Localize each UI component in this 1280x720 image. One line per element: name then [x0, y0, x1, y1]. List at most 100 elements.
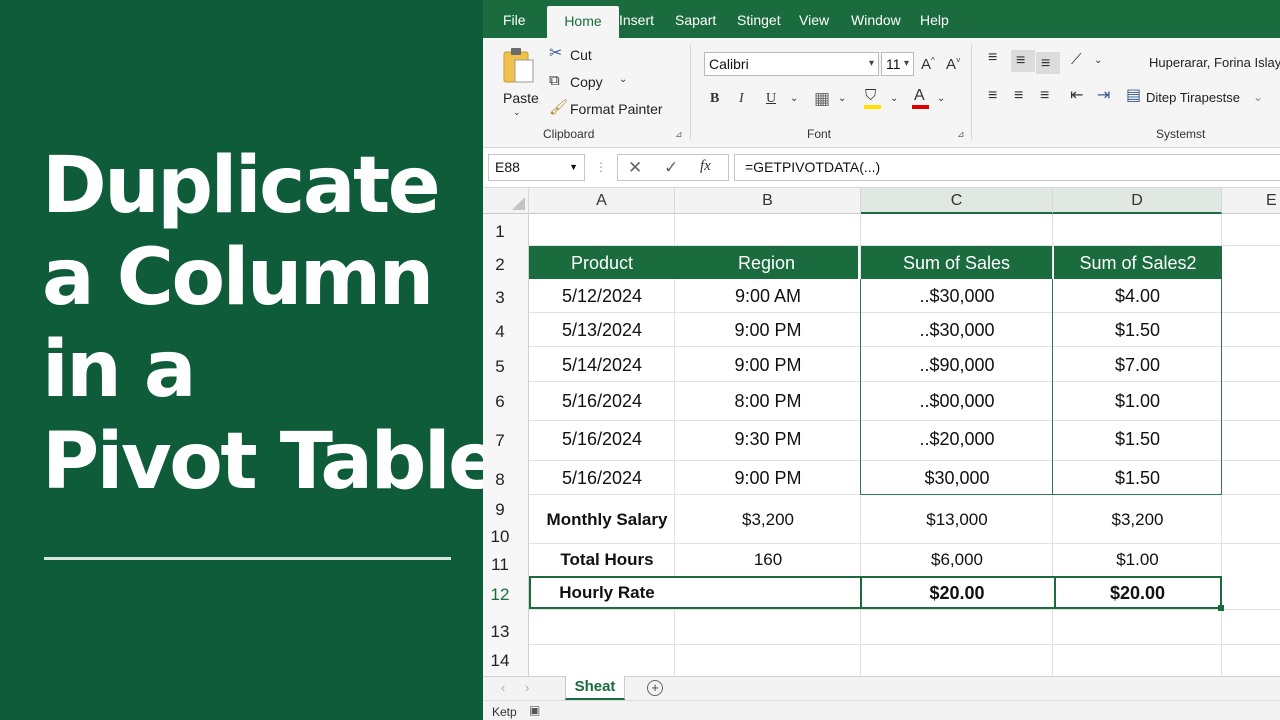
- bold-button[interactable]: B: [710, 92, 719, 106]
- chevron-down-icon[interactable]: ⌄: [790, 94, 798, 104]
- cell-time[interactable]: 8:00 PM: [675, 391, 861, 412]
- cell-hourly-rate[interactable]: $20.00: [861, 583, 1053, 604]
- tab-help[interactable]: Help: [920, 0, 949, 38]
- pivot-header-sum-of-sales[interactable]: Sum of Sales: [861, 246, 1052, 279]
- cell-time[interactable]: 9:00 PM: [675, 320, 861, 341]
- row-header[interactable]: 3: [483, 288, 517, 308]
- merge-center-button[interactable]: Ditep Tirapestse: [1146, 90, 1240, 105]
- row-header-selected[interactable]: 12: [483, 585, 517, 605]
- row-header[interactable]: 8: [483, 470, 517, 490]
- cell-date[interactable]: 5/16/2024: [529, 429, 675, 450]
- row-header[interactable]: 7: [483, 431, 517, 451]
- font-size-select[interactable]: 11 ▾: [881, 52, 914, 76]
- chevron-down-icon[interactable]: ⌄: [937, 94, 945, 104]
- chevron-down-icon[interactable]: ⌄: [1094, 56, 1102, 66]
- pivot-header-product[interactable]: Product: [529, 246, 675, 279]
- format-painter-button[interactable]: 🖌 Format Painter: [549, 100, 663, 120]
- increase-indent-icon[interactable]: ⇥: [1097, 88, 1110, 104]
- cell-hourly-rate[interactable]: $20.00: [1053, 583, 1222, 604]
- align-top-icon[interactable]: ≡: [988, 50, 997, 66]
- wrap-text-button[interactable]: Huperarar, Forina Islay: [1149, 55, 1280, 70]
- row-header[interactable]: 9: [483, 500, 517, 520]
- cell-sales[interactable]: ..$30,000: [861, 320, 1053, 341]
- grow-font-button[interactable]: A^: [921, 57, 935, 73]
- tab-stinget[interactable]: Stinget: [737, 0, 781, 38]
- formula-input[interactable]: =GETPIVOTDATA(...): [734, 154, 1280, 181]
- chevron-down-icon[interactable]: ⌄: [1253, 91, 1263, 103]
- launcher-icon[interactable]: ⊿: [957, 129, 965, 140]
- cell-sales[interactable]: $30,000: [861, 468, 1053, 489]
- row-header[interactable]: 6: [483, 392, 517, 412]
- pivot-header-sum-of-sales2[interactable]: Sum of Sales2: [1054, 246, 1222, 279]
- cell-hourly-rate-label[interactable]: Hourly Rate: [529, 583, 685, 603]
- shrink-font-button[interactable]: A˅: [946, 57, 961, 73]
- row-header[interactable]: 10: [483, 527, 517, 547]
- cell-total-hours[interactable]: $1.00: [1053, 550, 1222, 570]
- cell-sales2[interactable]: $1.50: [1053, 429, 1222, 450]
- insert-function-button[interactable]: fx: [700, 159, 711, 174]
- align-center-icon[interactable]: ≡: [1014, 88, 1023, 104]
- tab-view[interactable]: View: [799, 0, 829, 38]
- row-header[interactable]: 4: [483, 322, 517, 342]
- confirm-icon[interactable]: ✓: [664, 159, 678, 176]
- align-right-icon[interactable]: ≡: [1040, 88, 1049, 104]
- prev-sheet-button[interactable]: ‹: [501, 681, 505, 694]
- tab-insert[interactable]: Insert: [619, 0, 654, 38]
- chevron-down-icon[interactable]: ⌄: [838, 94, 846, 104]
- launcher-icon[interactable]: ⊿: [675, 129, 683, 140]
- cell-sales[interactable]: ..$90,000: [861, 355, 1053, 376]
- cell-date[interactable]: 5/13/2024: [529, 320, 675, 341]
- cancel-icon[interactable]: ✕: [628, 159, 642, 176]
- font-color-button[interactable]: A: [911, 88, 931, 110]
- column-header-b[interactable]: B: [675, 188, 861, 214]
- cell-sales[interactable]: ..$30,000: [861, 286, 1053, 307]
- add-sheet-button[interactable]: +: [647, 680, 663, 696]
- cell-date[interactable]: 5/16/2024: [529, 468, 675, 489]
- cell-sales2[interactable]: $1.50: [1053, 468, 1222, 489]
- cell-sales2[interactable]: $7.00: [1053, 355, 1222, 376]
- cell-sales[interactable]: ..$00,000: [861, 391, 1053, 412]
- borders-icon[interactable]: ▦: [814, 90, 830, 107]
- column-header-c[interactable]: C: [861, 188, 1053, 214]
- row-header[interactable]: 1: [483, 222, 517, 242]
- cell-time[interactable]: 9:00 PM: [675, 468, 861, 489]
- row-header[interactable]: 2: [483, 255, 517, 275]
- tab-home[interactable]: Home: [547, 6, 619, 38]
- row-header[interactable]: 5: [483, 357, 517, 377]
- align-left-icon[interactable]: ≡: [988, 88, 997, 104]
- align-bottom-button[interactable]: ≡: [1036, 52, 1060, 74]
- cell-total-hours[interactable]: 160: [675, 550, 861, 570]
- cell-monthly-salary[interactable]: $3,200: [1053, 510, 1222, 530]
- tab-file[interactable]: File: [503, 0, 526, 38]
- cell-date[interactable]: 5/16/2024: [529, 391, 675, 412]
- italic-button[interactable]: I: [739, 92, 744, 106]
- font-name-select[interactable]: Calibri ▾: [704, 52, 879, 76]
- cell-total-hours-label[interactable]: Total Hours: [529, 550, 685, 570]
- select-all-button[interactable]: [483, 188, 529, 214]
- copy-button[interactable]: ⧉ Copy ⌄: [549, 73, 639, 93]
- fill-handle[interactable]: [1218, 605, 1224, 611]
- cell-total-hours[interactable]: $6,000: [861, 550, 1053, 570]
- cell-date[interactable]: 5/14/2024: [529, 355, 675, 376]
- cell-sales2[interactable]: $1.50: [1053, 320, 1222, 341]
- column-header-d[interactable]: D: [1053, 188, 1222, 214]
- name-box[interactable]: E88 ▼: [488, 154, 585, 181]
- row-header[interactable]: 11: [483, 555, 517, 575]
- cell-sales2[interactable]: $1.00: [1053, 391, 1222, 412]
- cell-date[interactable]: 5/12/2024: [529, 286, 675, 307]
- cell-monthly-salary[interactable]: $13,000: [861, 510, 1053, 530]
- row-header[interactable]: 14: [483, 651, 517, 671]
- underline-button[interactable]: U: [766, 92, 776, 106]
- fill-color-button[interactable]: ⛉: [863, 88, 883, 110]
- cell-time[interactable]: 9:00 PM: [675, 355, 861, 376]
- cell-sales[interactable]: ..$20,000: [861, 429, 1053, 450]
- merge-icon[interactable]: ▤: [1126, 88, 1141, 104]
- align-middle-button[interactable]: ≡: [1011, 50, 1035, 72]
- cell-monthly-salary-label[interactable]: Monthly Salary: [529, 510, 685, 530]
- cell-time[interactable]: 9:00 AM: [675, 286, 861, 307]
- next-sheet-button[interactable]: ›: [525, 681, 529, 694]
- column-header-a[interactable]: A: [529, 188, 675, 214]
- row-header[interactable]: 13: [483, 622, 517, 642]
- tab-sapart[interactable]: Sapart: [675, 0, 716, 38]
- tab-window[interactable]: Window: [851, 0, 901, 38]
